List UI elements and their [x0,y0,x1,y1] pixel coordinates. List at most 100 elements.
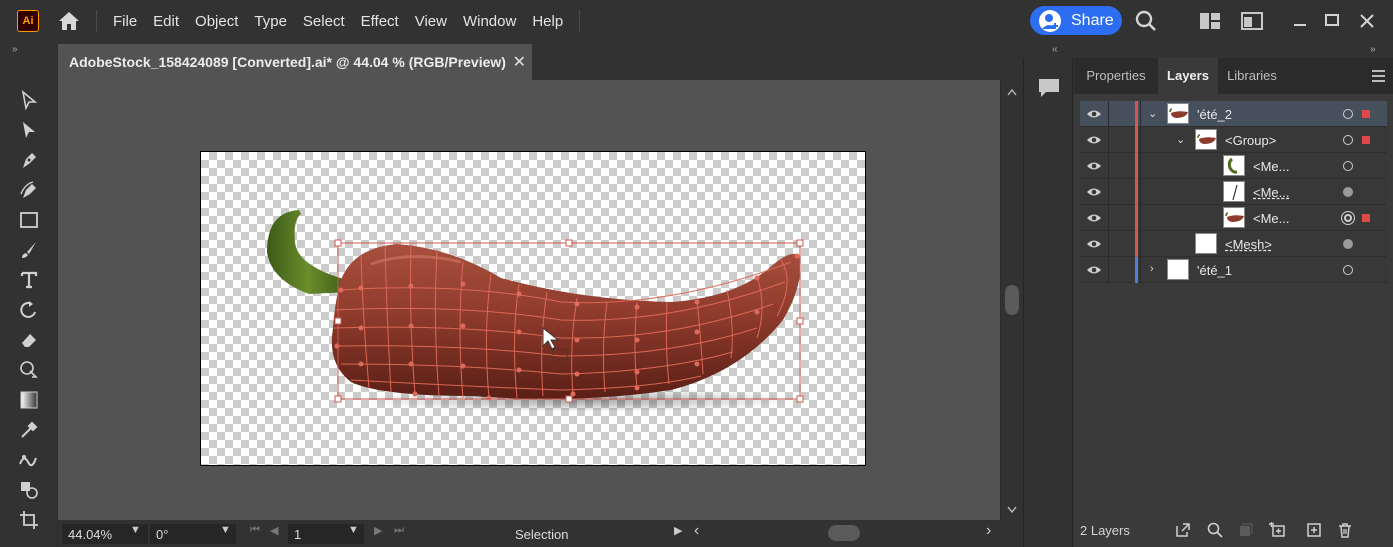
direct-selection-tool-icon[interactable] [17,118,41,142]
rotate-tool-icon[interactable] [17,298,41,322]
visibility-eye-icon[interactable] [1086,134,1102,146]
target-circle-icon[interactable] [1343,265,1353,275]
puppet-warp-tool-icon[interactable] [17,448,41,472]
first-artboard-icon[interactable]: ⏮ [250,524,260,537]
layer-name[interactable]: <Group> [1225,133,1276,148]
pen-tool-icon[interactable] [17,148,41,172]
target-circle-icon[interactable] [1343,161,1353,171]
layer-row[interactable]: › 'été_1 [1080,257,1387,283]
canvas-area[interactable] [58,80,1000,520]
visibility-eye-icon[interactable] [1086,108,1102,120]
scroll-up-icon[interactable] [1007,88,1017,96]
minimize-icon[interactable] [1288,9,1312,33]
menu-effect[interactable]: Effect [353,13,407,30]
layer-name[interactable]: <Me... [1253,185,1290,200]
horizontal-scroll-thumb[interactable] [828,525,860,541]
menu-view[interactable]: View [407,13,455,30]
vertical-scrollbar[interactable] [1000,80,1022,520]
menu-window[interactable]: Window [455,13,524,30]
scroll-right-icon[interactable]: › [986,522,991,540]
eyedropper-tool-icon[interactable] [17,418,41,442]
shape-builder-tool-icon[interactable] [17,358,41,382]
home-icon[interactable] [56,8,82,34]
visibility-eye-icon[interactable] [1086,264,1102,276]
scroll-thumb[interactable] [1005,285,1019,315]
menu-file[interactable]: File [105,13,145,30]
collapse-dock-icon[interactable]: « [1052,44,1057,55]
document-tab[interactable]: AdobeStock_158424089 [Converted].ai* @ 4… [58,44,532,80]
layer-name[interactable]: 'été_1 [1197,263,1232,278]
selection-indicator[interactable] [1362,136,1370,144]
search-icon[interactable] [1134,9,1158,33]
layer-row[interactable]: <Mesh> [1080,231,1387,257]
maximize-icon[interactable] [1320,9,1344,33]
comments-icon[interactable] [1038,78,1060,98]
layer-name[interactable]: 'été_2 [1197,107,1232,122]
locate-object-icon[interactable] [1206,521,1224,539]
new-layer-icon[interactable] [1305,521,1323,539]
target-circle-icon[interactable] [1343,239,1353,249]
type-tool-icon[interactable] [17,268,41,292]
selection-tool-icon[interactable] [17,88,41,112]
next-artboard-icon[interactable]: ▶ [374,524,382,537]
paintbrush-tool-icon[interactable] [17,238,41,262]
target-circle-icon[interactable] [1343,187,1353,197]
last-artboard-icon[interactable]: ⏭ [394,524,404,537]
target-circle-icon[interactable] [1341,211,1355,225]
previous-artboard-icon[interactable]: ◀ [270,524,278,537]
target-circle-icon[interactable] [1343,109,1353,119]
collapse-panel-icon[interactable]: » [1370,44,1375,55]
chevron-down-icon[interactable]: ⌄ [1176,133,1185,146]
menu-edit[interactable]: Edit [145,13,187,30]
selection-indicator[interactable] [1362,214,1370,222]
layer-name[interactable]: <Me... [1253,211,1290,226]
tab-libraries[interactable]: Libraries [1218,58,1286,94]
target-circle-icon[interactable] [1343,135,1353,145]
arrange-documents-icon[interactable] [1198,9,1222,33]
rectangle-tool-icon[interactable] [17,208,41,232]
menu-help[interactable]: Help [524,13,571,30]
panel-menu-icon[interactable] [1372,70,1385,85]
artboard[interactable] [200,151,866,466]
scroll-down-icon[interactable] [1007,506,1017,514]
new-sublayer-icon[interactable] [1268,521,1286,539]
tab-properties[interactable]: Properties [1074,58,1158,94]
visibility-eye-icon[interactable] [1086,160,1102,172]
close-tab-icon[interactable]: ✕ [513,52,526,72]
export-icon[interactable] [1174,521,1192,539]
chevron-down-icon[interactable]: ▼ [130,524,141,536]
layer-row[interactable]: ⌄ <Group> [1080,127,1387,153]
layer-row[interactable]: <Me... [1080,205,1387,231]
chevron-down-icon[interactable]: ▼ [220,524,231,536]
menu-object[interactable]: Object [187,13,246,30]
menu-select[interactable]: Select [295,13,353,30]
menu-type[interactable]: Type [246,13,295,30]
chevron-right-icon[interactable]: › [1150,263,1154,275]
share-button[interactable]: Share [1030,6,1122,35]
layer-row[interactable]: <Me... [1080,153,1387,179]
blend-tool-icon[interactable] [17,478,41,502]
scroll-left-icon[interactable]: ‹ [694,522,699,540]
eraser-tool-icon[interactable] [17,328,41,352]
visibility-eye-icon[interactable] [1086,238,1102,250]
layer-row[interactable]: ⌄ 'été_2 [1080,101,1387,127]
close-icon[interactable] [1355,9,1379,33]
workspace-icon[interactable] [1240,9,1264,33]
pepper-artwork[interactable] [201,152,867,467]
chevron-down-icon[interactable]: ▼ [348,524,359,536]
curvature-tool-icon[interactable] [17,178,41,202]
layer-row[interactable]: <Me... [1080,179,1387,205]
layer-name[interactable]: <Mesh> [1225,237,1272,252]
layer-name[interactable]: <Me... [1253,159,1290,174]
collapse-toolbar-icon[interactable]: » [12,44,17,55]
visibility-eye-icon[interactable] [1086,186,1102,198]
delete-layer-icon[interactable] [1336,521,1354,539]
clipping-mask-icon[interactable] [1237,521,1255,539]
tab-layers[interactable]: Layers [1158,58,1218,94]
gradient-tool-icon[interactable] [17,388,41,412]
visibility-eye-icon[interactable] [1086,212,1102,224]
selection-indicator[interactable] [1362,110,1370,118]
chevron-down-icon[interactable]: ⌄ [1148,107,1157,120]
artboard-tool-icon[interactable] [17,508,41,532]
status-menu-icon[interactable]: ▶ [674,524,682,537]
